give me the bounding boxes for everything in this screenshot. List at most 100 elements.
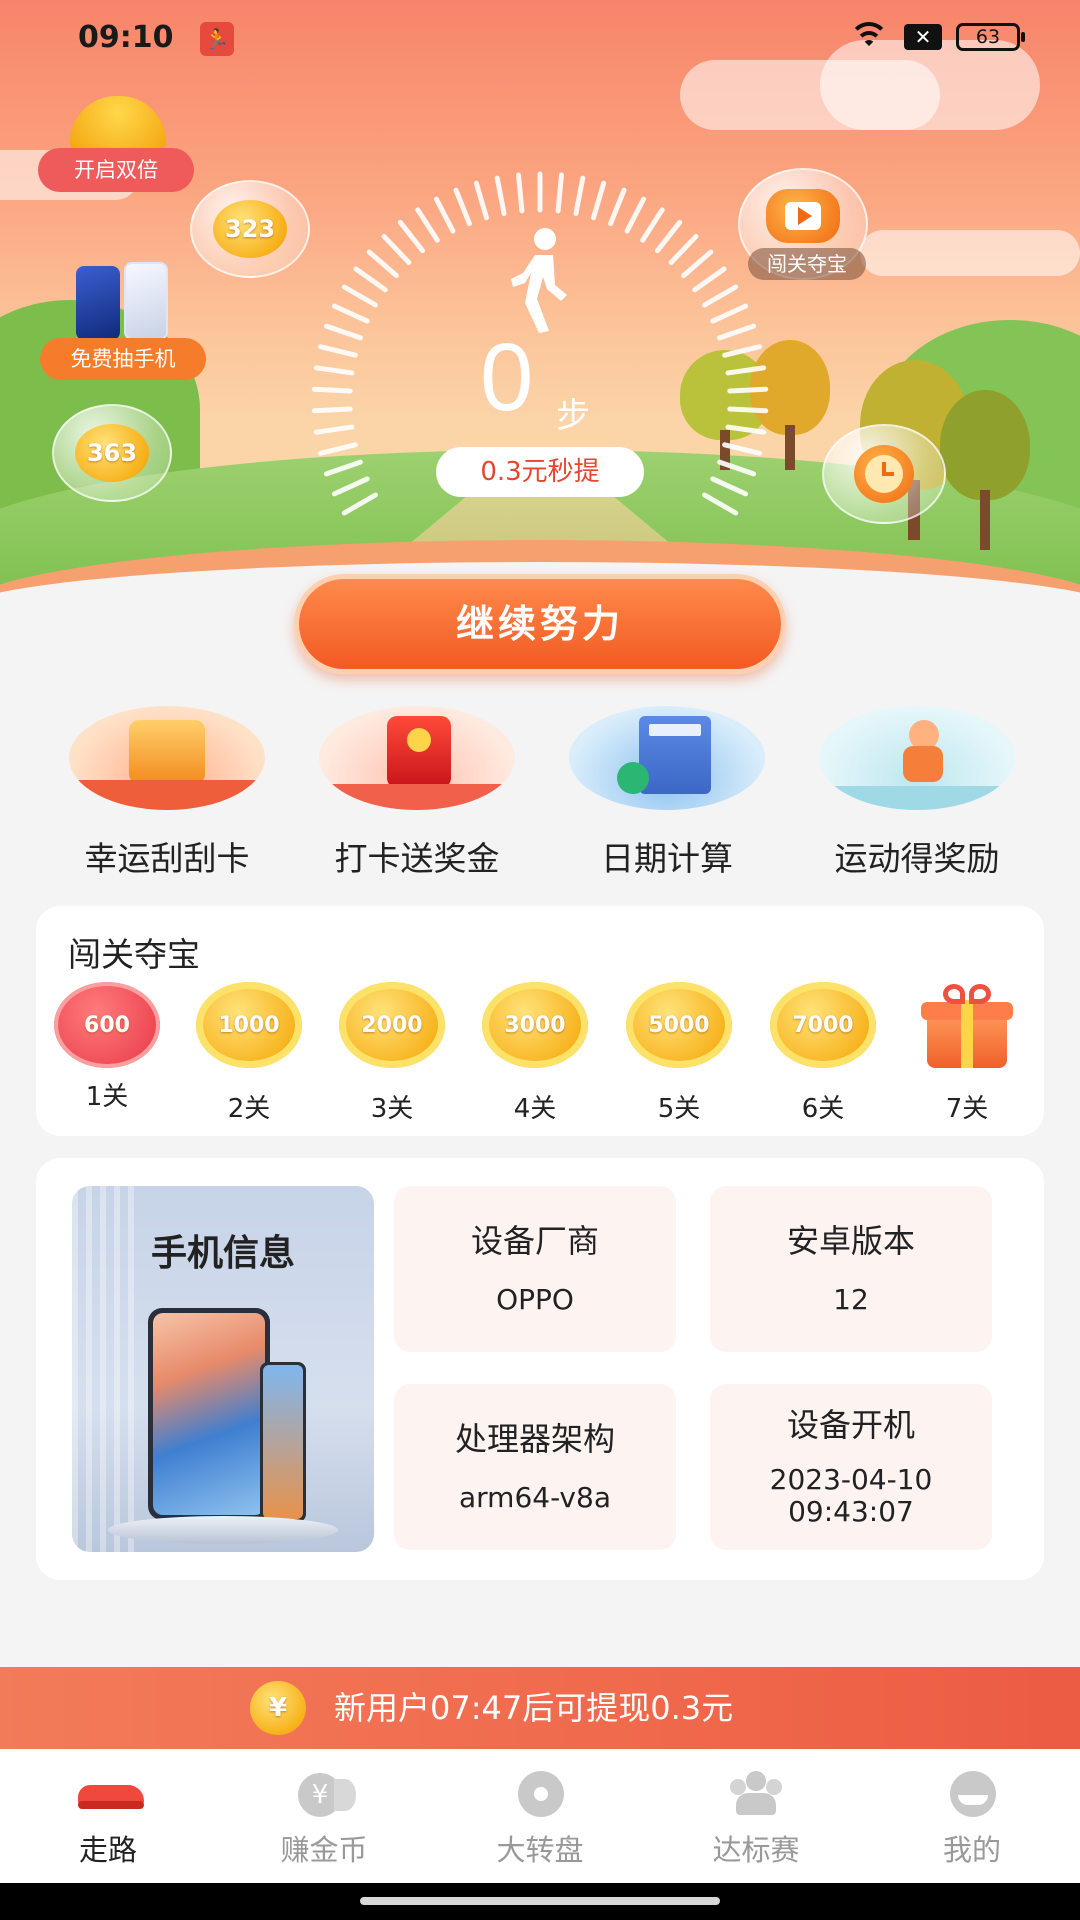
level-label: 7关 [945,1094,989,1124]
calendar-calculator-icon [569,706,765,810]
coin-bubble[interactable]: 363 [52,404,172,502]
gauge-tick [311,406,353,414]
level-label: 2关 [227,1094,271,1124]
boot-time-date: 2023-04-10 [769,1463,933,1496]
level-item[interactable]: 1000 2关 [190,982,308,1125]
tree [940,390,1030,550]
free-phone-widget[interactable]: 免费抽手机 [36,262,208,386]
gauge-tick [397,219,426,254]
keep-going-button[interactable]: 继续努力 [294,574,786,674]
gauge-tick [313,365,355,376]
android-version-label: 安卓版本 [786,1222,915,1260]
clock-bubble[interactable] [822,424,946,524]
feature-label: 幸运刮刮卡 [84,839,250,878]
gauge-tick [608,187,627,227]
home-indicator[interactable] [360,1897,720,1905]
feature-date-calc[interactable]: 日期计算 [542,706,792,886]
feature-checkin-bonus[interactable]: 打卡送奖金 [292,706,542,886]
gauge-tick [494,175,507,216]
coin-bubble[interactable]: 323 [190,180,310,278]
level-label: 4关 [513,1094,557,1124]
manufacturer-tile: 设备厂商 OPPO [394,1186,676,1352]
feature-label: 日期计算 [601,839,733,878]
gauge-tick [433,196,456,234]
gauge-tick [331,303,370,324]
level-label: 1关 [85,1082,129,1112]
nav-item-walk[interactable]: 走路 [0,1749,216,1883]
level-label: 6关 [801,1094,845,1124]
gauge-tick [381,233,412,265]
gauge-tick [317,442,358,456]
phone-illustration-icon [148,1308,270,1520]
withdraw-countdown-banner[interactable]: ¥ 新用户07:47后可提现0.3元 [0,1667,1080,1749]
level-item[interactable]: 7关 [908,982,1026,1125]
status-bar: 09:10 🏃 ✕ 63 [0,0,1080,80]
android-version-value: 12 [833,1283,869,1316]
nav-item-challenge[interactable]: 达标赛 [648,1749,864,1883]
no-signal-icon: ✕ [904,24,942,50]
boot-time-tile: 设备开机 2023-04-10 09:43:07 [710,1384,992,1550]
feature-scratch-card[interactable]: 幸运刮刮卡 [42,706,292,886]
cpu-arch-label: 处理器架构 [454,1420,615,1458]
wifi-icon [848,22,890,52]
feature-sport-reward[interactable]: 运动得奖励 [792,706,1042,886]
gauge-tick [702,284,739,308]
gauge-tick [710,476,749,497]
level-item[interactable]: 600 1关 [48,982,166,1113]
level-coin: 600 [54,982,160,1068]
gauge-tick [725,424,767,435]
level-coin: 1000 [196,982,302,1068]
cpu-arch-tile: 处理器架构 arm64-v8a [394,1384,676,1550]
feature-label: 运动得奖励 [834,839,1000,878]
level-item[interactable]: 7000 6关 [764,982,882,1125]
level-coin: 5000 [626,982,732,1068]
gauge-tick [311,386,353,394]
feature-label: 打卡送奖金 [334,839,500,878]
level-coin: 7000 [770,982,876,1068]
status-indicators: ✕ 63 [848,22,1025,52]
step-count: 0 [480,324,534,431]
nav-item-wheel[interactable]: 大转盘 [432,1749,648,1883]
double-coins-widget[interactable]: 开启双倍 [38,90,198,200]
gauge-tick [681,249,714,279]
nav-label: 大转盘 [496,1833,584,1867]
level-item[interactable]: 2000 3关 [333,982,451,1125]
level-item[interactable]: 5000 5关 [620,982,738,1125]
feature-row: 幸运刮刮卡 打卡送奖金 日期计算 运动得奖励 [0,706,1080,886]
gauge-tick [727,386,769,394]
status-time: 09:10 [78,20,174,55]
gauge-tick [725,365,767,376]
nav-label: 达标赛 [712,1833,800,1867]
phone-prize-icon [76,266,120,340]
coin-icon: 323 [213,200,287,258]
android-version-tile: 安卓版本 12 [710,1186,992,1352]
phone-info-title: 手机信息 [150,1233,295,1274]
instant-withdraw-pill[interactable]: 0.3元秒提 [436,447,644,497]
gauge-tick [317,344,358,358]
wheel-icon [510,1771,570,1817]
level-label: 5关 [657,1094,701,1124]
gauge-tick [453,187,472,227]
gauge-tick [722,344,763,358]
nav-label: 我的 [942,1833,1001,1867]
phone-illustration-icon [260,1362,306,1522]
free-phone-label: 免费抽手机 [40,338,206,380]
battery-icon: 63 [956,23,1025,51]
bottom-nav: 走路 ¥ 赚金币 大转盘 达标赛 我的 [0,1749,1080,1883]
nav-label: 走路 [78,1833,137,1867]
level-coin: 3000 [482,982,588,1068]
gauge-tick [555,172,564,214]
gauge-tick [640,207,665,243]
gauge-tick [710,303,749,324]
gauge-tick [415,207,440,243]
nav-item-profile[interactable]: 我的 [864,1749,1080,1883]
shoe-icon [78,1771,144,1817]
treasure-levels-card: 闯关夺宝 600 1关 1000 2关 2000 3关 3000 4关 5000… [36,906,1044,1136]
gauge-tick [516,172,525,214]
level-item[interactable]: 3000 4关 [476,982,594,1125]
scratch-card-icon [69,706,265,810]
nav-item-earn-coins[interactable]: ¥ 赚金币 [216,1749,432,1883]
cpu-arch-value: arm64-v8a [459,1481,611,1514]
level-label: 3关 [370,1094,414,1124]
running-reward-icon [819,706,1015,810]
